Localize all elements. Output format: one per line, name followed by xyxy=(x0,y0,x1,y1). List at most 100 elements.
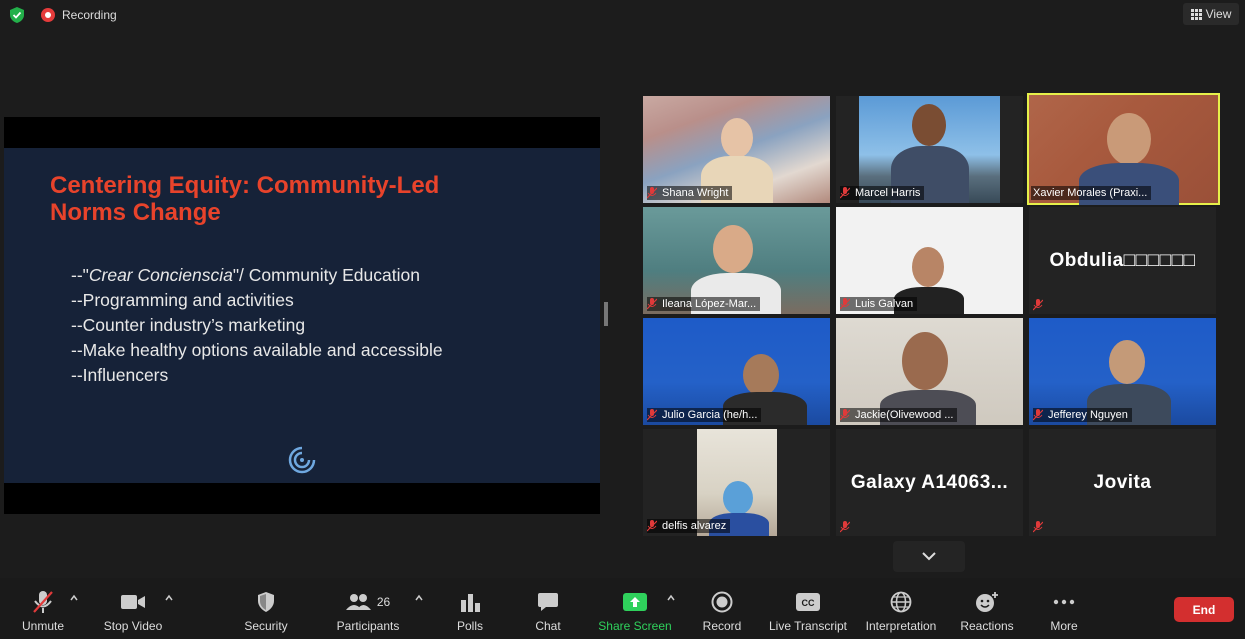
security-button[interactable]: Security xyxy=(236,578,296,639)
unmute-button[interactable]: Unmute xyxy=(14,578,72,639)
participant-video-head xyxy=(912,104,946,146)
participant-video xyxy=(912,247,944,287)
participants-icon xyxy=(345,594,371,610)
microphone-muted-icon xyxy=(840,187,850,199)
microphone-muted-icon xyxy=(647,520,657,532)
participant-video xyxy=(721,118,753,158)
split-resize-handle[interactable] xyxy=(604,302,608,326)
participant-tile[interactable]: Julio Garcia (he/h... xyxy=(643,318,830,425)
participant-tile[interactable]: Marcel Harris xyxy=(836,96,1023,203)
participants-options-caret-icon[interactable] xyxy=(415,594,423,602)
participant-name-tag: Jackie(Olivewood ... xyxy=(840,408,958,422)
participant-name: Jackie(Olivewood ... xyxy=(855,409,954,421)
chat-label: Chat xyxy=(535,619,561,633)
participant-video xyxy=(1109,340,1145,384)
participant-tile[interactable]: Jackie(Olivewood ... xyxy=(836,318,1023,425)
participant-video-head xyxy=(723,481,753,515)
participant-name: Luis Galvan xyxy=(855,298,914,310)
chat-button[interactable]: Chat xyxy=(528,578,568,639)
participant-video xyxy=(902,332,948,390)
polls-bar-chart-icon xyxy=(461,594,480,612)
participant-tile-video-off[interactable]: Galaxy A14063... xyxy=(836,429,1023,536)
live-transcript-button[interactable]: CC Live Transcript xyxy=(766,578,850,639)
microphone-muted-icon xyxy=(647,298,657,310)
closed-caption-icon: CC xyxy=(796,593,820,611)
participant-tile-video-off[interactable]: Jovita xyxy=(1029,429,1216,536)
participant-name-tag: Ileana López-Mar... xyxy=(647,297,761,311)
share-options-caret-icon[interactable] xyxy=(667,594,675,602)
reactions-button[interactable]: Reactions xyxy=(956,578,1018,639)
view-button[interactable]: View xyxy=(1183,3,1239,25)
video-options-caret-icon[interactable] xyxy=(165,594,173,602)
microphone-muted-icon xyxy=(840,298,850,310)
participant-video xyxy=(743,354,779,396)
security-label: Security xyxy=(244,619,288,633)
slide-bullet: --Counter industry’s marketing xyxy=(71,315,306,335)
interpretation-button[interactable]: Interpretation xyxy=(860,578,942,639)
slide-bullet: --Make healthy options available and acc… xyxy=(71,340,443,360)
microphone-muted-icon xyxy=(1033,409,1043,421)
polls-label: Polls xyxy=(456,619,483,633)
share-screen-arrow-icon xyxy=(623,593,647,611)
live-transcript-label: Live Transcript xyxy=(768,619,848,633)
microphone-muted-icon xyxy=(1033,299,1043,311)
record-label: Record xyxy=(702,619,742,633)
participant-tile[interactable]: Jefferey Nguyen xyxy=(1029,318,1216,425)
slide-title: Centering Equity: Community-Led Norms Ch… xyxy=(50,172,530,226)
interpretation-label: Interpretation xyxy=(865,619,937,633)
meeting-toolbar: Unmute Stop Video Security 26 Participan… xyxy=(0,578,1245,639)
chevron-down-icon xyxy=(922,552,936,561)
share-screen-button[interactable]: Share Screen xyxy=(598,578,672,639)
end-meeting-button[interactable]: End xyxy=(1174,597,1234,622)
participant-tile[interactable]: delfis alvarez xyxy=(643,429,830,536)
participant-tile-active-speaker[interactable]: Xavier Morales (Praxi... xyxy=(1027,93,1220,205)
globe-icon xyxy=(890,591,912,613)
bullet-prefix: --" xyxy=(71,265,89,285)
participants-button[interactable]: 26 Participants xyxy=(332,578,404,639)
video-camera-icon xyxy=(121,595,145,609)
participant-name: Xavier Morales (Praxi... xyxy=(1033,187,1148,199)
shared-screen: Centering Equity: Community-Led Norms Ch… xyxy=(4,117,600,514)
slide-title-line-2: Norms Change xyxy=(50,199,221,226)
slide-title-line-1: Centering Equity: Community-Led xyxy=(50,172,440,199)
participant-name-tag: delfis alvarez xyxy=(647,519,731,533)
participant-name-tag: Luis Galvan xyxy=(840,297,918,311)
participant-name: Ileana López-Mar... xyxy=(662,298,757,310)
participant-tile[interactable]: Shana Wright xyxy=(643,96,830,203)
slide-bullet: --"Crear Concienscia"/ Community Educati… xyxy=(71,263,443,288)
audio-options-caret-icon[interactable] xyxy=(70,594,78,602)
participant-name-tag: Xavier Morales (Praxi... xyxy=(1031,186,1152,200)
stop-video-button[interactable]: Stop Video xyxy=(100,578,166,639)
stop-video-label: Stop Video xyxy=(103,619,163,633)
microphone-muted-icon xyxy=(33,591,53,613)
microphone-muted-icon xyxy=(647,409,657,421)
participant-display-name: Obdulia□□□□□□ xyxy=(1049,249,1196,271)
recording-label: Recording xyxy=(62,8,117,22)
participant-name-tag: Shana Wright xyxy=(647,186,733,200)
top-bar: Recording View xyxy=(0,0,1245,30)
chat-bubble-icon xyxy=(538,593,558,611)
more-dots-icon xyxy=(1053,599,1075,605)
next-page-button[interactable] xyxy=(893,541,965,572)
presentation-slide: Centering Equity: Community-Led Norms Ch… xyxy=(4,148,600,483)
participant-tile[interactable]: Luis Galvan xyxy=(836,207,1023,314)
participant-name-tag: Jefferey Nguyen xyxy=(1033,408,1132,422)
more-button[interactable]: More xyxy=(1044,578,1084,639)
reactions-label: Reactions xyxy=(960,619,1014,633)
participant-display-name: Galaxy A14063... xyxy=(850,471,1009,493)
participant-name: Shana Wright xyxy=(662,187,729,199)
participant-name: Jefferey Nguyen xyxy=(1048,409,1128,421)
more-label: More xyxy=(1050,619,1078,633)
recording-icon[interactable] xyxy=(41,8,55,22)
microphone-muted-icon xyxy=(647,187,657,199)
participant-name: Julio Garcia (he/h... xyxy=(662,409,758,421)
record-button[interactable]: Record xyxy=(700,578,744,639)
participant-tile[interactable]: Ileana López-Mar... xyxy=(643,207,830,314)
unmute-label: Unmute xyxy=(21,619,65,633)
shield-check-icon[interactable] xyxy=(10,7,24,23)
participants-count: 26 xyxy=(376,595,391,609)
bullet-emphasis: Crear Concienscia xyxy=(88,265,233,285)
polls-button[interactable]: Polls xyxy=(450,578,490,639)
participant-tile-video-off[interactable]: Obdulia□□□□□□ xyxy=(1029,207,1216,314)
microphone-muted-icon xyxy=(840,521,850,533)
